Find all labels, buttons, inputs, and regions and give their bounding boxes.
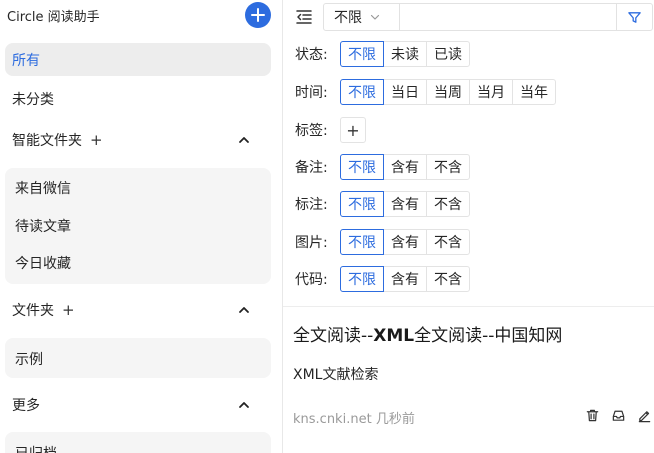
- filter-time: 时间: 不限 当日 当周 当月 当年: [295, 79, 556, 105]
- filter-label: 备注:: [295, 160, 328, 176]
- add-folder-button[interactable]: +: [62, 301, 75, 319]
- toolbar: 不限: [291, 3, 654, 31]
- edit-button[interactable]: [631, 406, 654, 424]
- more-list: 已归档: [5, 432, 271, 453]
- highlights-option-none[interactable]: 不含: [426, 191, 470, 217]
- collapse-sidebar-icon[interactable]: [295, 8, 313, 26]
- code-segmented: 不限 含有 不含: [340, 266, 470, 292]
- article-title[interactable]: 全文阅读--XML全文阅读--中国知网: [293, 321, 562, 346]
- divider: [283, 306, 654, 307]
- add-smart-folder-button[interactable]: +: [90, 131, 103, 149]
- article-subtitle: XML文献检索: [293, 367, 379, 383]
- filter-highlights: 标注: 不限 含有 不含: [295, 191, 470, 217]
- notes-option-has[interactable]: 含有: [383, 154, 427, 180]
- app-title: Circle 阅读助手: [7, 10, 100, 25]
- add-tag-button[interactable]: +: [340, 117, 366, 143]
- article-title-bold: XML: [373, 326, 415, 346]
- code-option-any[interactable]: 不限: [340, 266, 384, 292]
- status-option-any[interactable]: 不限: [340, 41, 384, 67]
- highlights-option-has[interactable]: 含有: [383, 191, 427, 217]
- images-segmented: 不限 含有 不含: [340, 229, 470, 255]
- smart-folder-item-wechat[interactable]: 来自微信: [15, 178, 71, 198]
- notes-option-none[interactable]: 不含: [426, 154, 470, 180]
- time-option-day[interactable]: 当日: [383, 79, 427, 105]
- highlights-segmented: 不限 含有 不含: [340, 191, 470, 217]
- status-segmented: 不限 未读 已读: [340, 41, 470, 67]
- nav-item-uncategorized[interactable]: 未分类: [5, 82, 271, 115]
- filter-label: 图片:: [295, 235, 328, 251]
- smart-folder-item-to-read[interactable]: 待读文章: [15, 216, 71, 236]
- main-panel: 不限 状态: 不限 未读 已读 时间: 不限 当日 当周 当月 当年 标签: +: [283, 0, 654, 453]
- chevron-up-icon[interactable]: [237, 133, 251, 147]
- section-folders[interactable]: 文件夹 +: [5, 295, 271, 325]
- chevron-up-icon[interactable]: [237, 303, 251, 317]
- filter-tags: 标签: +: [295, 117, 366, 143]
- search-input[interactable]: [401, 4, 616, 30]
- filter-notes: 备注: 不限 含有 不含: [295, 154, 470, 180]
- article-time: 几秒前: [375, 412, 415, 427]
- filter-label: 状态:: [295, 47, 328, 63]
- section-more[interactable]: 更多: [5, 390, 271, 420]
- nav-item-label: 未分类: [12, 91, 54, 108]
- trash-icon: [586, 409, 598, 421]
- highlights-option-any[interactable]: 不限: [340, 191, 384, 217]
- images-option-none[interactable]: 不含: [426, 229, 470, 255]
- filter-label: 代码:: [295, 272, 328, 288]
- delete-button[interactable]: [579, 406, 605, 424]
- archive-button[interactable]: [605, 406, 631, 424]
- plus-icon: [251, 8, 265, 22]
- folder-item-example[interactable]: 示例: [15, 349, 43, 369]
- code-option-none[interactable]: 不含: [426, 266, 470, 292]
- filter-label: 标注:: [295, 197, 328, 213]
- article-title-part: 全文阅读--中国知网: [414, 326, 563, 346]
- notes-option-any[interactable]: 不限: [340, 154, 384, 180]
- more-item-archived[interactable]: 已归档: [15, 443, 57, 453]
- nav-item-all[interactable]: 所有: [5, 43, 271, 76]
- pencil-icon: [638, 410, 650, 422]
- smart-folder-list: 来自微信 待读文章 今日收藏: [5, 168, 271, 284]
- time-segmented: 不限 当日 当周 当月 当年: [340, 79, 556, 105]
- chevron-down-icon: [370, 14, 380, 20]
- notes-segmented: 不限 含有 不含: [340, 154, 470, 180]
- chevron-up-icon[interactable]: [237, 398, 251, 412]
- status-option-read[interactable]: 已读: [426, 41, 470, 67]
- section-title: 更多: [12, 398, 40, 414]
- sidebar: Circle 阅读助手 所有 未分类 智能文件夹 + 来自微信 待读文章 今日收…: [0, 0, 282, 453]
- filter-label: 时间:: [295, 85, 328, 101]
- article-source: kns.cnki.net: [293, 412, 372, 427]
- search-box: 不限: [323, 3, 653, 31]
- filter-button[interactable]: [616, 4, 652, 30]
- filter-status: 状态: 不限 未读 已读: [295, 41, 470, 67]
- section-title: 智能文件夹: [12, 133, 82, 149]
- time-option-week[interactable]: 当周: [426, 79, 470, 105]
- images-option-any[interactable]: 不限: [340, 229, 384, 255]
- filter-icon: [628, 11, 641, 23]
- article-meta: kns.cnki.net 几秒前: [293, 408, 415, 427]
- images-option-has[interactable]: 含有: [383, 229, 427, 255]
- add-button[interactable]: [245, 2, 271, 28]
- filter-label: 标签:: [295, 123, 328, 139]
- time-option-month[interactable]: 当月: [469, 79, 513, 105]
- article-title-part: 全文阅读--: [293, 326, 374, 346]
- filter-code: 代码: 不限 含有 不含: [295, 266, 470, 292]
- scope-select-value: 不限: [334, 10, 362, 26]
- article-actions: [579, 406, 654, 424]
- section-title: 文件夹: [12, 303, 54, 319]
- status-option-unread[interactable]: 未读: [383, 41, 427, 67]
- folder-list: 示例: [5, 338, 271, 378]
- smart-folder-item-today[interactable]: 今日收藏: [15, 253, 71, 273]
- code-option-has[interactable]: 含有: [383, 266, 427, 292]
- time-option-any[interactable]: 不限: [340, 79, 384, 105]
- nav-item-label: 所有: [12, 52, 40, 69]
- filter-images: 图片: 不限 含有 不含: [295, 229, 470, 255]
- time-option-year[interactable]: 当年: [512, 79, 556, 105]
- section-smart-folders[interactable]: 智能文件夹 +: [5, 125, 271, 155]
- inbox-icon: [612, 410, 624, 421]
- scope-select[interactable]: 不限: [324, 4, 400, 30]
